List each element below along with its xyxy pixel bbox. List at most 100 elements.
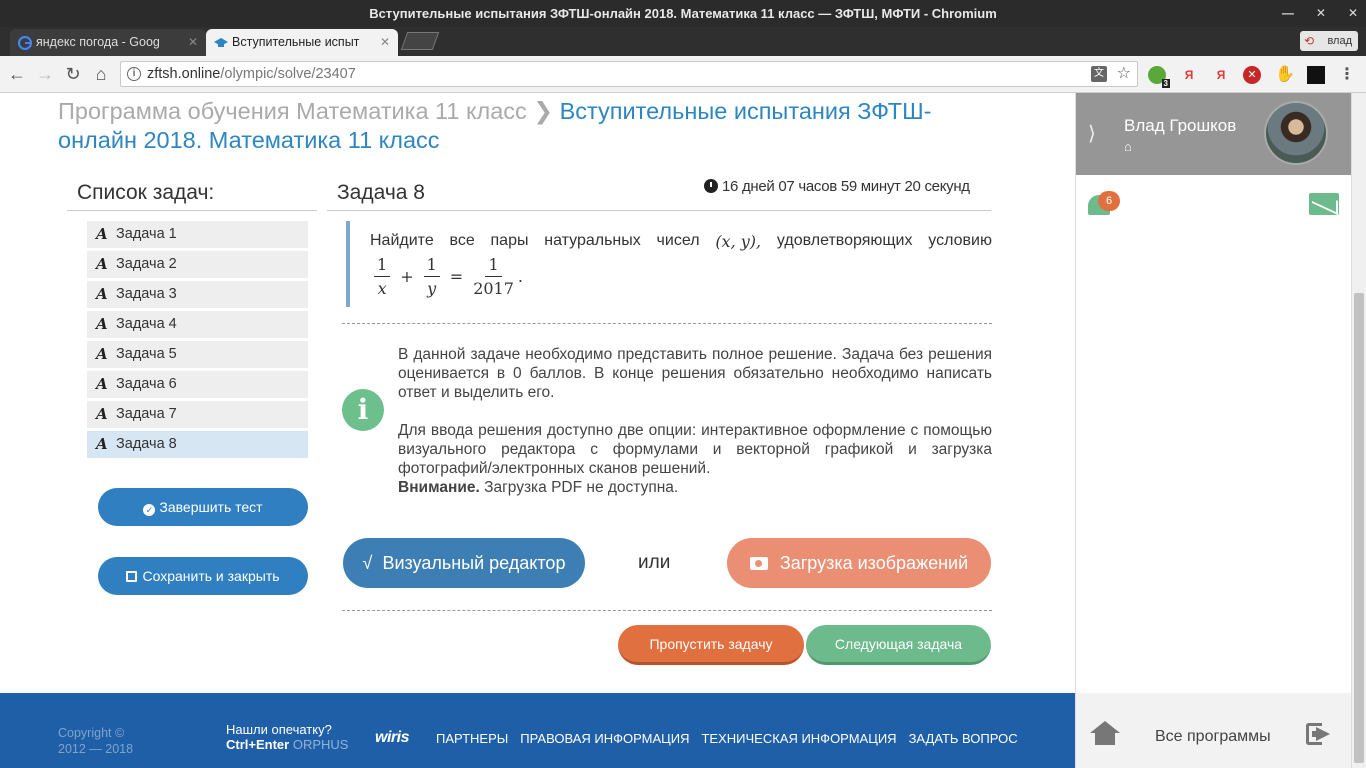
problem-word: пары: [490, 232, 529, 249]
numerator: 1: [374, 255, 391, 277]
denominator: 2017: [473, 279, 514, 298]
task-item-3[interactable]: A Задача 3: [87, 281, 308, 308]
dark-extension-icon[interactable]: [1307, 66, 1325, 84]
next-task-button[interactable]: Следующая задача: [806, 625, 991, 665]
task-item-label: Задача 2: [116, 256, 177, 272]
user-name[interactable]: Влад Грошков: [1124, 116, 1236, 136]
check-circle-icon: ✓: [143, 504, 156, 516]
url-host: zftsh.online: [147, 66, 221, 82]
operator: +: [400, 267, 414, 286]
timer-text: 16 дней 07 часов 59 минут 20 секунд: [722, 178, 970, 195]
toolbar: ← → ↻ ⌂ i zftsh.online/olympic/solve/234…: [0, 56, 1366, 93]
denominator: x: [377, 279, 387, 298]
block-icon[interactable]: ✕: [1243, 66, 1261, 84]
extension-badge: 3: [1161, 79, 1170, 88]
collapse-chevron-icon[interactable]: ⟩: [1088, 121, 1096, 146]
footer-link-tech[interactable]: ТЕХНИЧЕСКАЯ ИНФОРМАЦИЯ: [701, 731, 896, 746]
copyright-years: 2012 — 2018: [58, 742, 134, 756]
tab-close-icon[interactable]: ✕: [188, 29, 198, 56]
footer-link-legal[interactable]: ПРАВОВАЯ ИНФОРМАЦИЯ: [520, 731, 689, 746]
task-item-8[interactable]: A Задача 8: [87, 431, 308, 458]
sidebar-header: ⟩ Влад Грошков ⌂: [1076, 93, 1352, 175]
font-icon: A: [96, 405, 108, 423]
typo-shortcut: Ctrl+Enter: [226, 737, 290, 752]
font-icon: A: [96, 315, 108, 333]
close-icon[interactable]: ✕: [1348, 0, 1358, 27]
task-item-4[interactable]: A Задача 4: [87, 311, 308, 338]
problem-math-pair: (x, y),: [715, 232, 762, 251]
upload-images-button[interactable]: Загрузка изображений: [727, 538, 991, 588]
tab-close-icon[interactable]: ✕: [380, 29, 390, 56]
scrollbar-thumb[interactable]: [1354, 293, 1364, 763]
divider: [67, 210, 317, 211]
task-item-5[interactable]: A Задача 5: [87, 341, 308, 368]
yandex-icon[interactable]: Я: [1180, 66, 1198, 84]
divider: [327, 210, 991, 211]
reload-icon[interactable]: ↻: [61, 62, 85, 86]
site-info-icon[interactable]: i: [127, 67, 141, 81]
floppy-icon: [126, 571, 138, 582]
footer-links: ПАРТНЕРЫ ПРАВОВАЯ ИНФОРМАЦИЯ ТЕХНИЧЕСКАЯ…: [436, 731, 1018, 746]
font-icon: A: [96, 255, 108, 273]
numerator: 1: [485, 255, 502, 277]
problem-word: Найдите: [370, 232, 434, 249]
task-item-label: Задача 1: [116, 226, 177, 242]
forward-icon[interactable]: →: [33, 62, 57, 86]
countdown-timer: 16 дней 07 часов 59 минут 20 секунд: [704, 178, 970, 195]
warning-label: Внимание.: [398, 479, 480, 496]
window-controls: — ✕ ✕: [1282, 0, 1358, 27]
task-item-7[interactable]: A Задача 7: [87, 401, 308, 428]
orphus-link[interactable]: ORPHUS: [293, 737, 349, 752]
finish-test-button[interactable]: ✓ Завершить тест: [98, 488, 308, 526]
bookmark-star-icon[interactable]: ☆: [1117, 62, 1131, 86]
task-list: A Задача 1 A Задача 2 A Задача 3 A Задача 4 …: [87, 221, 308, 461]
wiris-logo[interactable]: wiris: [375, 729, 409, 747]
task-title: Задача 8: [337, 181, 425, 204]
minimize-icon[interactable]: —: [1282, 0, 1294, 27]
notice-warning: Внимание. Загрузка PDF не доступна.: [398, 478, 992, 497]
user-sidebar: ⟩ Влад Грошков ⌂ 6 Все программы: [1075, 93, 1352, 768]
yandex-bar-icon[interactable]: Я: [1212, 66, 1230, 84]
chevron-right-icon: ❯: [533, 98, 554, 124]
visual-editor-button[interactable]: √ Визуальный редактор: [343, 538, 585, 588]
footer-link-ask[interactable]: ЗАДАТЬ ВОПРОС: [909, 731, 1018, 746]
avatar[interactable]: [1264, 101, 1328, 165]
scrollbar[interactable]: [1351, 93, 1366, 768]
profile-chip[interactable]: ⟲ влад: [1300, 31, 1358, 51]
font-icon: A: [96, 225, 108, 243]
notice-paragraph-1: В данной задаче необходимо представить п…: [398, 346, 992, 401]
new-tab-button[interactable]: [400, 32, 440, 50]
home-icon[interactable]: ⌂: [89, 62, 113, 86]
home-icon[interactable]: ⌂: [1124, 139, 1132, 154]
task-item-6[interactable]: A Задача 6: [87, 371, 308, 398]
profile-name: влад: [1327, 35, 1352, 47]
problem-word: условию: [928, 232, 992, 249]
logout-icon[interactable]: [1306, 723, 1336, 745]
home-icon[interactable]: [1090, 721, 1120, 745]
tab-entrance-tests[interactable]: Вступительные испыт ✕: [206, 29, 398, 56]
menu-icon[interactable]: ⋮: [1338, 66, 1356, 84]
skip-task-button[interactable]: Пропустить задачу: [618, 625, 804, 665]
gnome-icon[interactable]: ✋: [1275, 66, 1295, 84]
tab-label: Вступительные испыт: [232, 35, 360, 49]
envelope-icon[interactable]: [1309, 193, 1339, 215]
footer-link-partners[interactable]: ПАРТНЕРЫ: [436, 731, 508, 746]
font-icon: A: [96, 375, 108, 393]
address-bar[interactable]: i zftsh.online/olympic/solve/23407 文 ☆: [120, 61, 1138, 87]
save-close-button[interactable]: Сохранить и закрыть: [98, 557, 308, 595]
breadcrumb-parent-link[interactable]: Программа обучения Математика 11 класс: [58, 98, 527, 124]
tab-yandex-weather[interactable]: яндекс погода - Goog ✕: [10, 29, 206, 56]
translate-icon[interactable]: 文: [1091, 66, 1107, 82]
all-programs-link[interactable]: Все программы: [1155, 728, 1271, 746]
problem-word: натуральных: [544, 232, 641, 249]
task-item-2[interactable]: A Задача 2: [87, 251, 308, 278]
notification-count-badge: 6: [1098, 191, 1120, 211]
copyright: Copyright © 2012 — 2018: [58, 725, 133, 757]
solution-notice: В данной задаче необходимо представить п…: [398, 345, 992, 497]
back-icon[interactable]: ←: [5, 62, 29, 86]
maximize-icon[interactable]: ✕: [1316, 0, 1326, 27]
extension-frog-icon[interactable]: 3: [1148, 66, 1170, 88]
copyright-line: Copyright ©: [58, 726, 125, 740]
task-item-1[interactable]: A Задача 1: [87, 221, 308, 248]
divider: [342, 323, 992, 324]
